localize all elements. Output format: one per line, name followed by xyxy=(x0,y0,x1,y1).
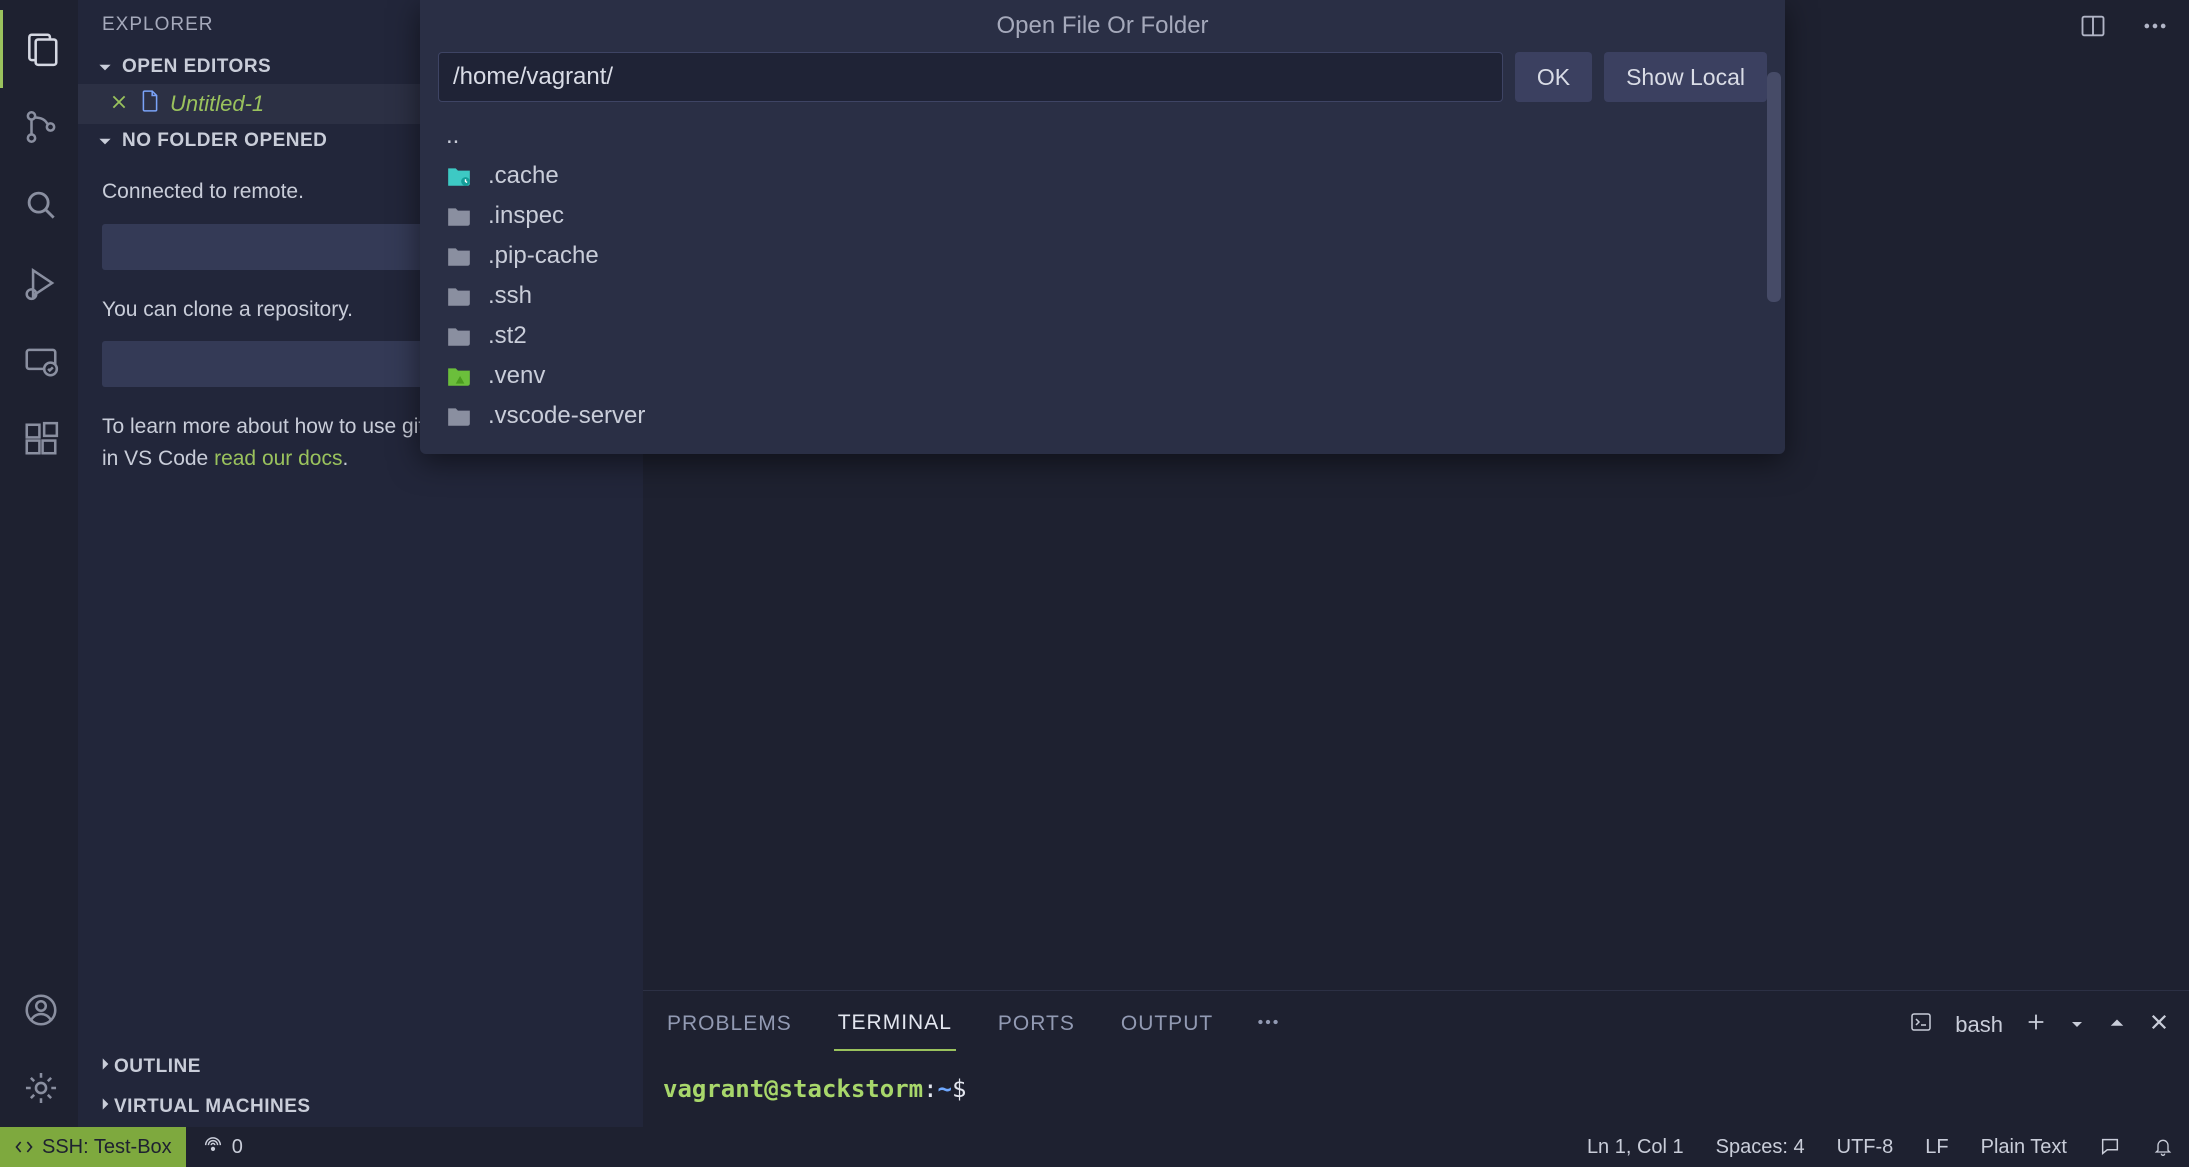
status-ports[interactable]: 0 xyxy=(186,1136,259,1159)
status-eol[interactable]: LF xyxy=(1909,1136,1964,1159)
activity-explorer-icon[interactable] xyxy=(0,10,78,88)
dialog-title: Open File Or Folder xyxy=(420,0,1785,52)
file-item-label: .st2 xyxy=(488,322,527,350)
file-item-label: .cache xyxy=(488,162,559,190)
virtual-machines-section[interactable]: VIRTUAL MACHINES xyxy=(78,1087,643,1127)
file-list-item[interactable]: .st2 xyxy=(438,316,1767,356)
panel-more-icon[interactable] xyxy=(1255,1009,1281,1041)
open-editor-name: Untitled-1 xyxy=(170,91,264,117)
outline-section[interactable]: OUTLINE xyxy=(78,1047,643,1087)
file-item-label: .vscode-server xyxy=(488,402,645,430)
more-actions-icon[interactable] xyxy=(2135,6,2175,52)
file-item-label: .venv xyxy=(488,362,545,390)
prompt-dollar: $ xyxy=(952,1075,966,1103)
folder-icon xyxy=(446,405,472,427)
status-feedback-icon[interactable] xyxy=(2083,1136,2137,1158)
activity-remote-explorer-icon[interactable] xyxy=(2,322,80,400)
terminal-shell-name[interactable]: bash xyxy=(1955,1012,2003,1038)
folder-icon xyxy=(446,285,472,307)
folder-icon xyxy=(446,325,472,347)
tab-ports[interactable]: PORTS xyxy=(994,1000,1079,1050)
chevron-right-icon xyxy=(96,1055,114,1079)
show-local-button[interactable]: Show Local xyxy=(1604,52,1767,102)
file-list-item[interactable]: .pip-cache xyxy=(438,236,1767,276)
status-encoding[interactable]: UTF-8 xyxy=(1821,1136,1910,1159)
file-list-item[interactable]: .. xyxy=(438,116,1767,156)
file-list-item[interactable]: .inspec xyxy=(438,196,1767,236)
activity-scm-icon[interactable] xyxy=(2,88,80,166)
bottom-panel: PROBLEMS TERMINAL PORTS OUTPUT bash xyxy=(643,990,2189,1127)
new-terminal-icon[interactable] xyxy=(2025,1011,2047,1039)
folder-venv-icon xyxy=(446,365,472,387)
dialog-scrollbar[interactable] xyxy=(1767,72,1781,302)
path-input[interactable] xyxy=(438,52,1503,102)
folder-icon xyxy=(446,205,472,227)
activity-extensions-icon[interactable] xyxy=(2,400,80,478)
terminal-body[interactable]: vagrant@stackstorm:~$ xyxy=(643,1051,2189,1127)
section-label: VIRTUAL MACHINES xyxy=(114,1096,311,1118)
status-remote-host[interactable]: SSH: Test-Box xyxy=(0,1127,186,1167)
activity-bar xyxy=(0,0,78,1127)
tab-terminal[interactable]: TERMINAL xyxy=(834,999,956,1051)
terminal-dropdown-icon[interactable] xyxy=(2069,1012,2085,1038)
status-spaces[interactable]: Spaces: 4 xyxy=(1700,1136,1821,1159)
status-language[interactable]: Plain Text xyxy=(1965,1136,2083,1159)
close-panel-icon[interactable] xyxy=(2149,1012,2169,1038)
activity-settings-gear-icon[interactable] xyxy=(2,1049,80,1127)
file-list-item[interactable]: .ssh xyxy=(438,276,1767,316)
chevron-down-icon xyxy=(96,58,114,76)
section-label: OPEN EDITORS xyxy=(122,56,271,78)
activity-run-debug-icon[interactable] xyxy=(2,244,80,322)
file-icon xyxy=(140,90,160,118)
open-file-folder-dialog: Open File Or Folder OK Show Local .. .cac… xyxy=(420,0,1785,454)
tab-problems[interactable]: PROBLEMS xyxy=(663,1000,796,1050)
section-label: NO FOLDER OPENED xyxy=(122,130,327,152)
file-list-item[interactable]: .venv xyxy=(438,356,1767,396)
file-list-item[interactable]: .vscode-server xyxy=(438,396,1767,436)
split-editor-icon[interactable] xyxy=(2073,6,2113,52)
terminal-shell-icon xyxy=(1909,1010,1933,1040)
section-label: OUTLINE xyxy=(114,1056,201,1078)
file-item-label: .. xyxy=(446,122,459,150)
status-bell-icon[interactable] xyxy=(2137,1136,2189,1158)
status-bar: SSH: Test-Box 0 Ln 1, Col 1 Spaces: 4 UT… xyxy=(0,1127,2189,1167)
file-list-item[interactable]: .cache xyxy=(438,156,1767,196)
chevron-down-icon xyxy=(96,132,114,150)
status-lncol[interactable]: Ln 1, Col 1 xyxy=(1571,1136,1700,1159)
prompt-user: vagrant@stackstorm xyxy=(663,1075,923,1103)
prompt-path: ~ xyxy=(938,1075,952,1103)
folder-icon xyxy=(446,245,472,267)
file-item-label: .inspec xyxy=(488,202,564,230)
tab-output[interactable]: OUTPUT xyxy=(1117,1000,1217,1050)
activity-search-icon[interactable] xyxy=(2,166,80,244)
close-icon[interactable] xyxy=(110,91,128,117)
file-item-label: .pip-cache xyxy=(488,242,599,270)
chevron-right-icon xyxy=(96,1095,114,1119)
ok-button[interactable]: OK xyxy=(1515,52,1592,102)
folder-cache-icon xyxy=(446,165,472,187)
activity-accounts-icon[interactable] xyxy=(2,971,80,1049)
file-list: .. .cache .inspec .pip-cache .ssh .st2 .venv .v… xyxy=(420,112,1785,440)
maximize-panel-icon[interactable] xyxy=(2107,1012,2127,1038)
read-docs-link[interactable]: read our docs xyxy=(214,447,342,470)
file-item-label: .ssh xyxy=(488,282,532,310)
